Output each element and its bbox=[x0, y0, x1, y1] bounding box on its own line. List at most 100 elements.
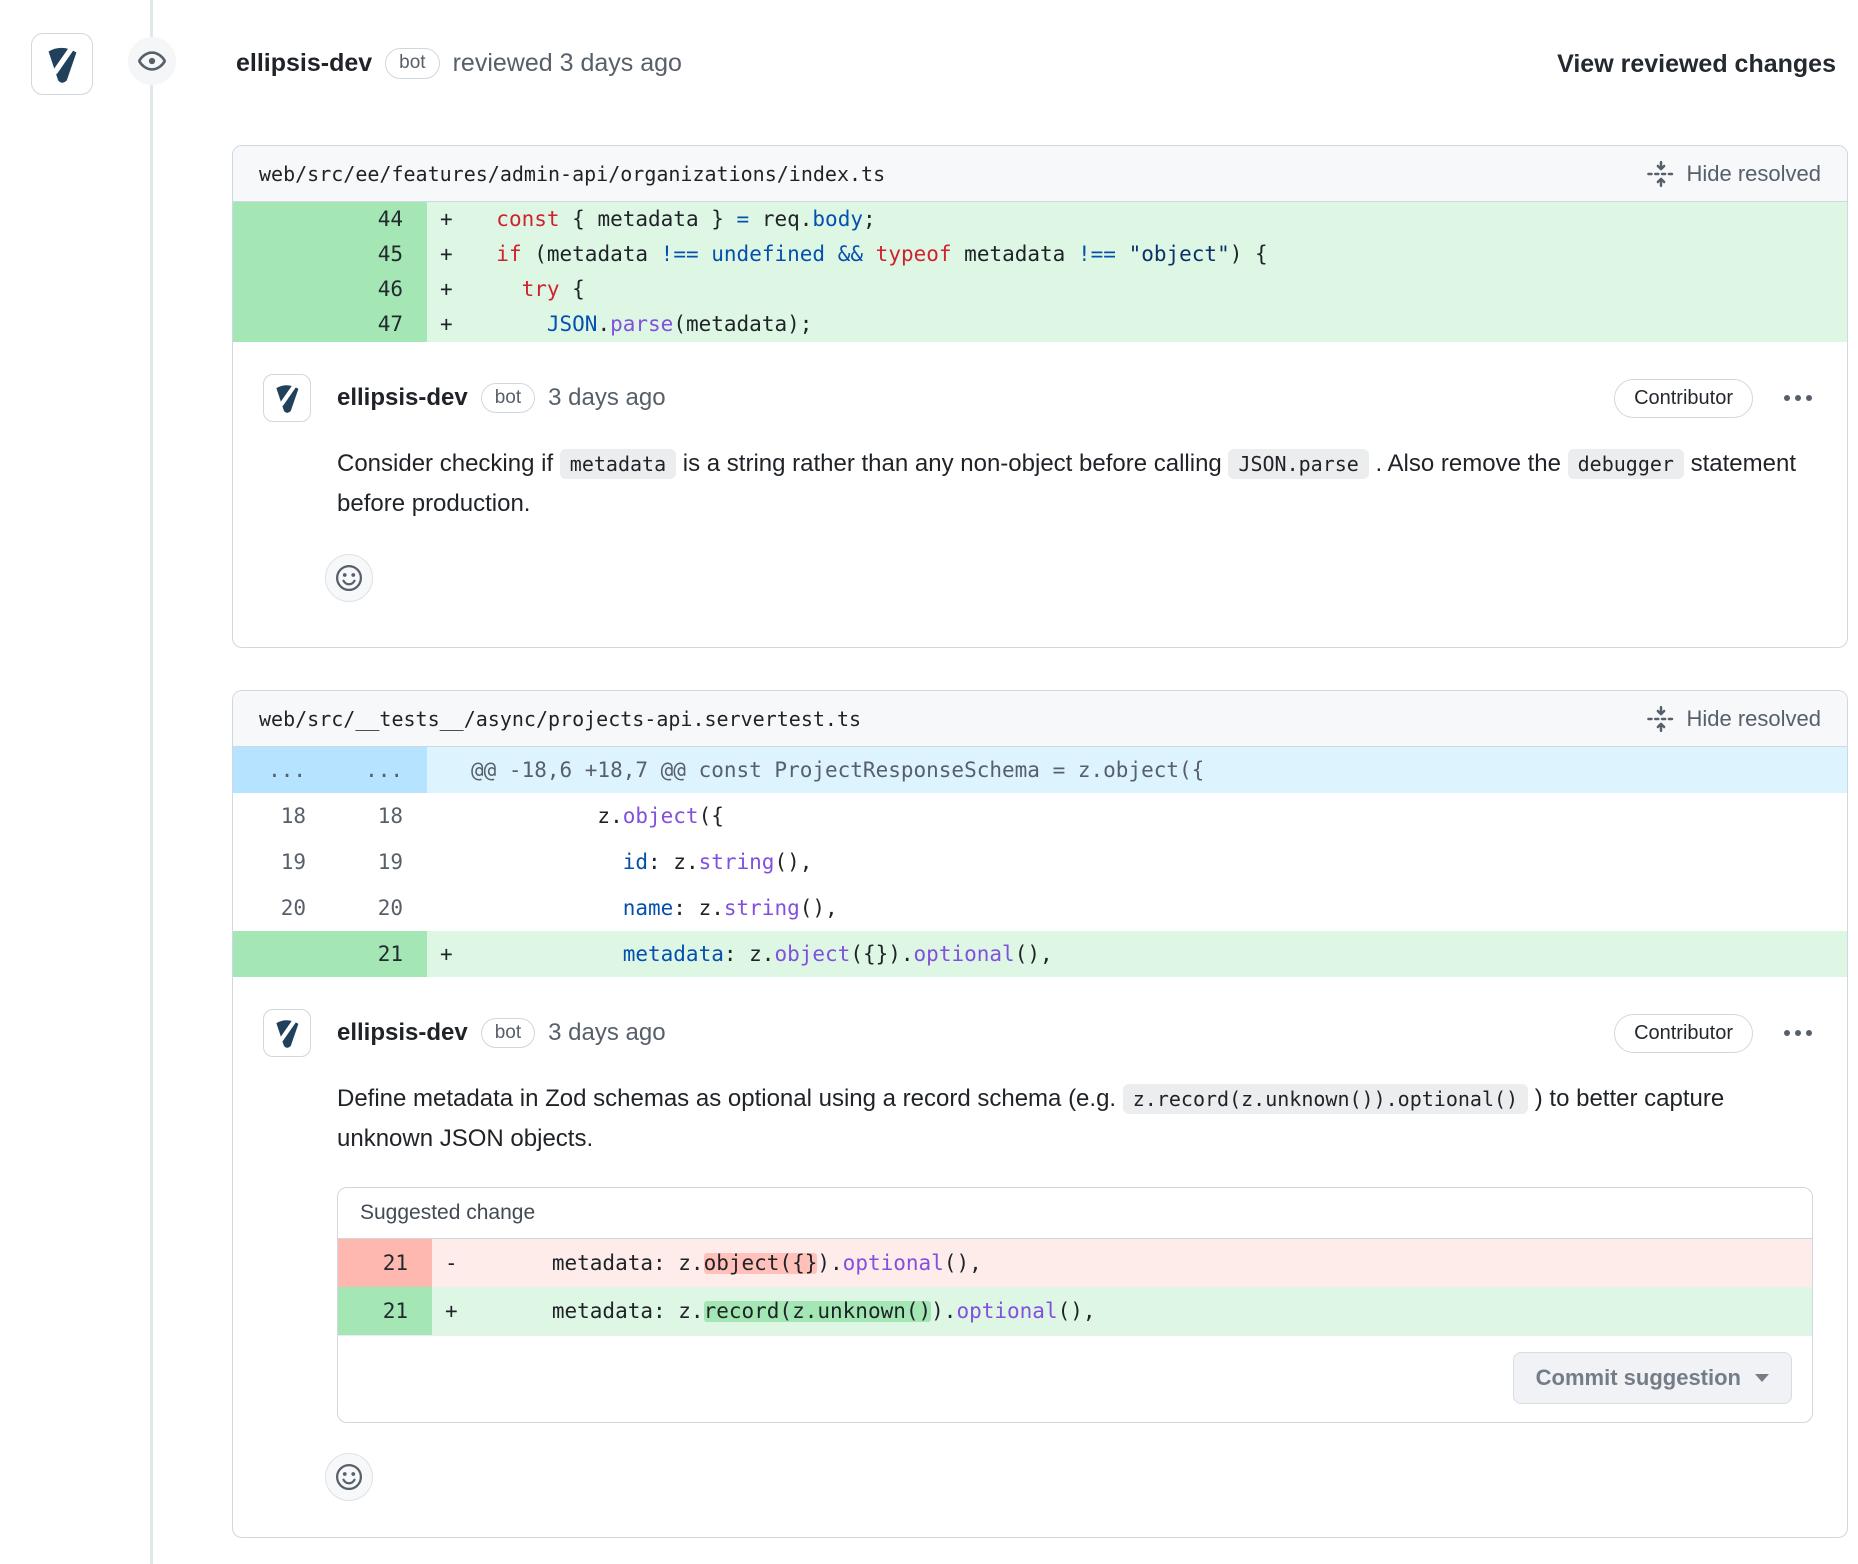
code-token: parse bbox=[610, 314, 673, 335]
review-header: ellipsis-dev bot reviewed 3 days ago bbox=[236, 48, 682, 79]
kebab-icon bbox=[1783, 393, 1813, 403]
diff-marker bbox=[427, 747, 471, 793]
add-reaction-button[interactable] bbox=[325, 554, 373, 602]
diff-row: 1919 id: z.string(), bbox=[233, 839, 1847, 885]
view-reviewed-changes-link[interactable]: View reviewed changes bbox=[1557, 50, 1836, 79]
code-line: @@ -18,6 +18,7 @@ const ProjectResponseS… bbox=[471, 747, 1847, 793]
commit-suggestion-label: Commit suggestion bbox=[1536, 1365, 1741, 1391]
code-line: id: z.string(), bbox=[471, 839, 1847, 885]
code-token: name bbox=[623, 898, 674, 919]
fold-icon bbox=[1647, 160, 1675, 188]
code-token: string bbox=[724, 898, 800, 919]
code-token bbox=[471, 944, 623, 965]
comment-timestamp[interactable]: 3 days ago bbox=[548, 384, 665, 412]
bot-badge: bot bbox=[385, 48, 439, 79]
comment-menu-button[interactable] bbox=[1779, 1024, 1817, 1042]
line-number-old bbox=[233, 202, 330, 237]
diff-row: 2020 name: z.string(), bbox=[233, 885, 1847, 931]
comment-menu-button[interactable] bbox=[1779, 389, 1817, 407]
diff-marker bbox=[427, 839, 471, 885]
code-token: !== bbox=[1078, 244, 1116, 265]
code-token: typeof bbox=[876, 244, 952, 265]
code-token: try bbox=[522, 279, 560, 300]
code-token: : z. bbox=[673, 898, 724, 919]
comment-timestamp[interactable]: 3 days ago bbox=[548, 1019, 665, 1047]
code-token: ({}). bbox=[850, 944, 913, 965]
add-reaction-button[interactable] bbox=[325, 1453, 373, 1501]
review-thread-card: web/src/ee/features/admin-api/organizati… bbox=[232, 145, 1848, 648]
contributor-badge: Contributor bbox=[1614, 379, 1753, 418]
code-line: metadata: z.object({}).optional(), bbox=[471, 931, 1847, 977]
kebab-icon bbox=[1783, 1028, 1813, 1038]
code-line: try { bbox=[471, 272, 1847, 307]
code-line: name: z.string(), bbox=[471, 885, 1847, 931]
code-line: z.object({ bbox=[471, 793, 1847, 839]
diff-row: 21+ metadata: z.record(z.unknown()).opti… bbox=[338, 1287, 1812, 1335]
code-token: : z. bbox=[724, 944, 775, 965]
inline-code: z.record(z.unknown()).optional() bbox=[1123, 1084, 1528, 1114]
review-thread-card: web/src/__tests__/async/projects-api.ser… bbox=[232, 690, 1848, 1538]
code-token bbox=[1116, 244, 1129, 265]
bot-badge: bot bbox=[481, 383, 535, 414]
comment-header: ellipsis-dev bot 3 days ago Contributor bbox=[263, 1009, 1817, 1057]
diff-row: 21- metadata: z.object({}).optional(), bbox=[338, 1239, 1812, 1287]
line-number-old: 18 bbox=[233, 793, 330, 839]
line-number-old: ... bbox=[233, 747, 330, 793]
comment-author[interactable]: ellipsis-dev bbox=[337, 384, 468, 412]
comment-avatar[interactable] bbox=[263, 1009, 311, 1057]
code-token: const bbox=[496, 209, 559, 230]
commit-suggestion-button[interactable]: Commit suggestion bbox=[1513, 1352, 1792, 1404]
review-action-text: reviewed 3 days ago bbox=[453, 49, 682, 78]
suggestion-footer: Commit suggestion bbox=[338, 1335, 1812, 1422]
diff-row: 44+ const { metadata } = req.body; bbox=[233, 202, 1847, 237]
code-line: metadata: z.object({}).optional(), bbox=[476, 1239, 1812, 1287]
line-number-old: 20 bbox=[233, 885, 330, 931]
file-path-link[interactable]: web/src/__tests__/async/projects-api.ser… bbox=[259, 707, 861, 731]
inline-code: JSON.parse bbox=[1228, 449, 1368, 479]
code-token: undefined bbox=[711, 244, 825, 265]
code-token: !== bbox=[661, 244, 699, 265]
code-token bbox=[471, 314, 547, 335]
code-token: optional bbox=[956, 1301, 1057, 1322]
line-number-old bbox=[233, 307, 330, 342]
hide-resolved-button[interactable]: Hide resolved bbox=[1647, 705, 1821, 733]
chevron-down-icon bbox=[1755, 1374, 1769, 1382]
smiley-icon bbox=[334, 563, 364, 593]
code-token bbox=[471, 244, 496, 265]
timeline-line bbox=[150, 0, 153, 1564]
code-token: ; bbox=[863, 209, 876, 230]
suggested-change-block: Suggested change 21- metadata: z.object(… bbox=[337, 1187, 1813, 1423]
code-token bbox=[471, 279, 522, 300]
code-token: && bbox=[838, 244, 863, 265]
hide-resolved-button[interactable]: Hide resolved bbox=[1647, 160, 1821, 188]
code-token: (), bbox=[774, 852, 812, 873]
line-number-old bbox=[233, 931, 330, 977]
code-token: { metadata } bbox=[560, 209, 737, 230]
diff-marker: + bbox=[427, 307, 471, 342]
code-token bbox=[863, 244, 876, 265]
comment-text: Consider checking if bbox=[337, 450, 560, 477]
file-header: web/src/__tests__/async/projects-api.ser… bbox=[233, 691, 1847, 747]
code-token: object bbox=[774, 944, 850, 965]
diff-marker: - bbox=[432, 1239, 476, 1287]
diff-row: 1818 z.object({ bbox=[233, 793, 1847, 839]
line-number-old bbox=[233, 272, 330, 307]
code-token: (), bbox=[1058, 1301, 1096, 1322]
code-line: const { metadata } = req.body; bbox=[471, 202, 1847, 237]
diff-row: 45+ if (metadata !== undefined && typeof… bbox=[233, 237, 1847, 272]
line-number-old: 21 bbox=[338, 1287, 432, 1335]
file-path-link[interactable]: web/src/ee/features/admin-api/organizati… bbox=[259, 162, 885, 186]
reviewer-login[interactable]: ellipsis-dev bbox=[236, 49, 372, 78]
reviewer-avatar[interactable] bbox=[31, 33, 93, 95]
review-comment: ellipsis-dev bot 3 days ago Contributor … bbox=[233, 342, 1847, 638]
inline-code: debugger bbox=[1568, 449, 1684, 479]
comment-avatar[interactable] bbox=[263, 374, 311, 422]
code-token: metadata: z. bbox=[476, 1253, 704, 1274]
code-token: metadata bbox=[952, 244, 1078, 265]
code-token: metadata: z. bbox=[476, 1301, 704, 1322]
line-number-old bbox=[233, 237, 330, 272]
code-token: z. bbox=[471, 806, 623, 827]
code-line: if (metadata !== undefined && typeof met… bbox=[471, 237, 1847, 272]
code-token: id bbox=[623, 852, 648, 873]
comment-author[interactable]: ellipsis-dev bbox=[337, 1019, 468, 1047]
